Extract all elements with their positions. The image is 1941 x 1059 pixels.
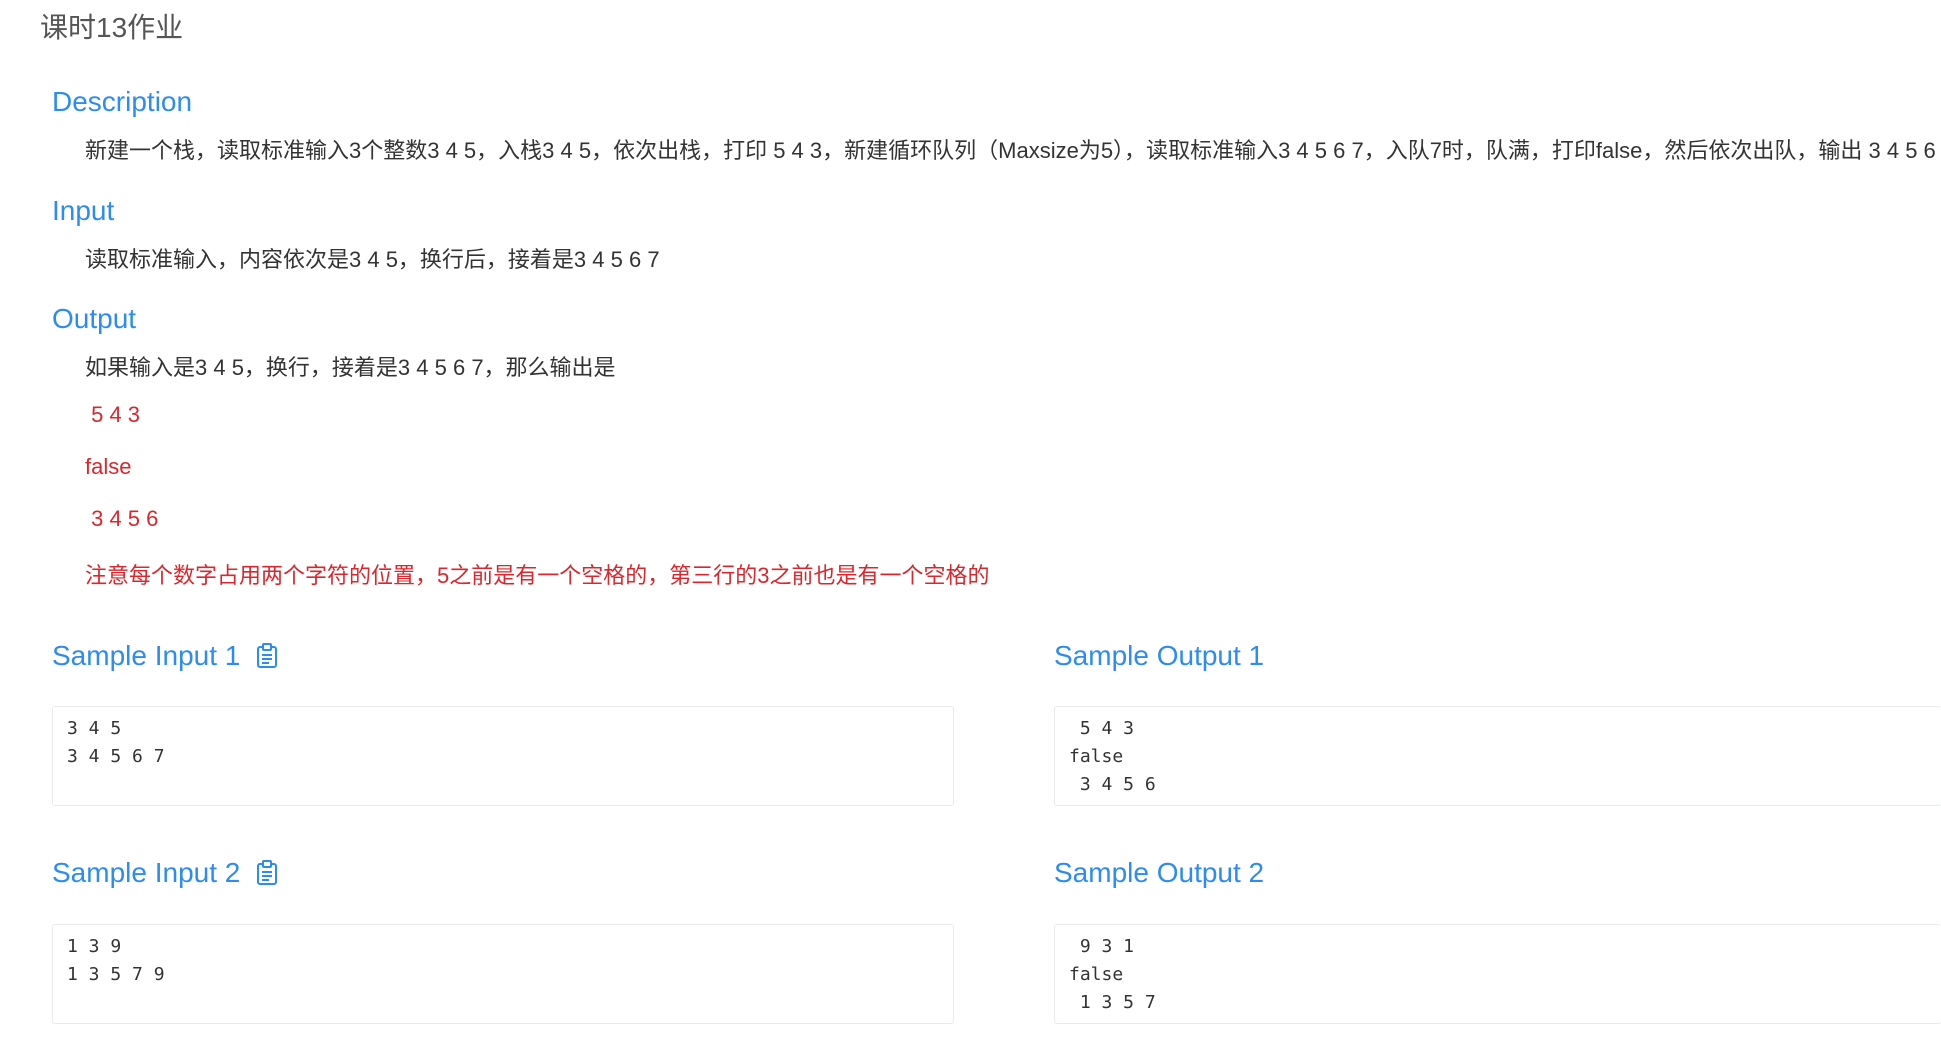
sample-input-1-box[interactable]: 3 4 5 3 4 5 6 7: [52, 706, 954, 806]
output-line-1: 5 4 3: [85, 402, 141, 427]
output-text: 如果输入是3 4 5，换行，接着是3 4 5 6 7，那么输出是: [85, 355, 616, 380]
sample-output-1-text: 5 4 3 false 3 4 5 6: [1069, 718, 1156, 795]
sample-input-2-label: Sample Input 2: [52, 857, 241, 888]
sample-input-2-box[interactable]: 1 3 9 1 3 5 7 9: [52, 924, 954, 1024]
clipboard-icon[interactable]: [256, 860, 278, 886]
sample-input-2-title: Sample Input 2: [52, 857, 278, 889]
sample-output-1-label: Sample Output 1: [1054, 640, 1265, 671]
output-note: 注意每个数字占用两个字符的位置，5之前是有一个空格的，第三行的3之前也是有一个空…: [85, 563, 990, 588]
clipboard-icon[interactable]: [256, 643, 278, 669]
sample-output-1-box[interactable]: 5 4 3 false 3 4 5 6: [1054, 706, 1941, 806]
sample-input-1-label: Sample Input 1: [52, 640, 241, 671]
input-text: 读取标准输入，内容依次是3 4 5，换行后，接着是3 4 5 6 7: [85, 247, 660, 272]
sample-output-1-title: Sample Output 1: [1054, 640, 1264, 672]
description-text: 新建一个栈，读取标准输入3个整数3 4 5，入栈3 4 5，依次出栈，打印 5 …: [85, 138, 1936, 163]
output-title: Output: [52, 303, 137, 334]
sample-input-1-title: Sample Input 1: [52, 640, 278, 672]
output-line-3: 3 4 5 6: [85, 506, 159, 531]
output-line-2: false: [85, 454, 132, 479]
sample-output-2-title: Sample Output 2: [1054, 857, 1264, 889]
sample-output-2-box[interactable]: 9 3 1 false 1 3 5 7: [1054, 924, 1941, 1024]
sample-input-2-text: 1 3 9 1 3 5 7 9: [67, 936, 165, 985]
page-title: 课时13作业: [40, 12, 184, 43]
sample-input-1-text: 3 4 5 3 4 5 6 7: [67, 718, 165, 767]
input-title: Input: [52, 195, 115, 226]
description-title: Description: [52, 86, 193, 117]
sample-output-2-text: 9 3 1 false 1 3 5 7: [1069, 936, 1156, 1013]
sample-output-2-label: Sample Output 2: [1054, 857, 1265, 888]
